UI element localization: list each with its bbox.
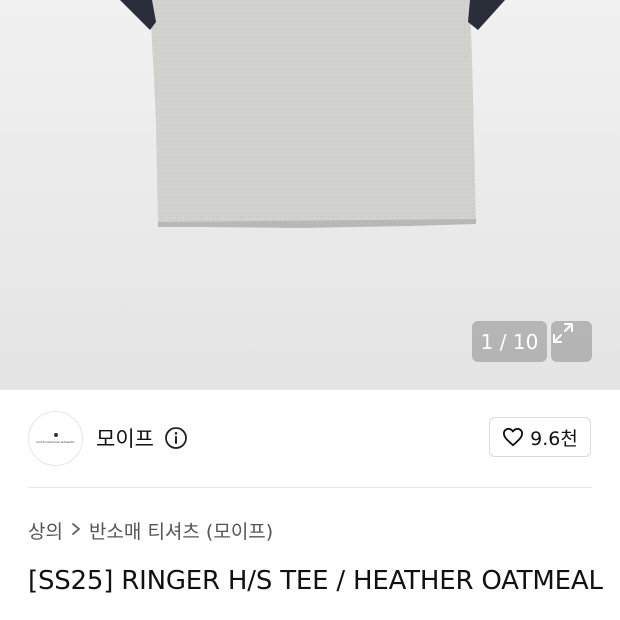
image-counter: 1 / 10 (472, 321, 547, 362)
like-count: 9.6천 (530, 427, 578, 450)
chevron-right-icon (71, 520, 81, 541)
divider (28, 487, 592, 488)
brand-logo-mark (53, 433, 58, 437)
brand-name[interactable]: 모이프 (96, 423, 154, 453)
product-image-gallery[interactable]: 1 / 10 (0, 0, 620, 390)
breadcrumb-item-category[interactable]: 상의 (28, 517, 63, 544)
like-button[interactable]: 9.6천 (489, 417, 591, 457)
product-title: [SS25] RINGER H/S TEE / HEATHER OATMEAL (28, 566, 603, 596)
brand-logo-text: mot fonctionnel authentic (36, 440, 75, 444)
info-icon[interactable] (164, 426, 188, 454)
breadcrumb: 상의 반소매 티셔츠 (모이프) (28, 517, 273, 544)
brand-row: mot fonctionnel authentic 모이프 9.6천 (0, 390, 620, 487)
heart-icon (503, 427, 524, 447)
expand-icon[interactable] (551, 321, 592, 362)
breadcrumb-item-subcategory[interactable]: 반소매 티셔츠 (모이프) (89, 517, 273, 544)
brand-logo[interactable]: mot fonctionnel authentic (28, 411, 83, 466)
